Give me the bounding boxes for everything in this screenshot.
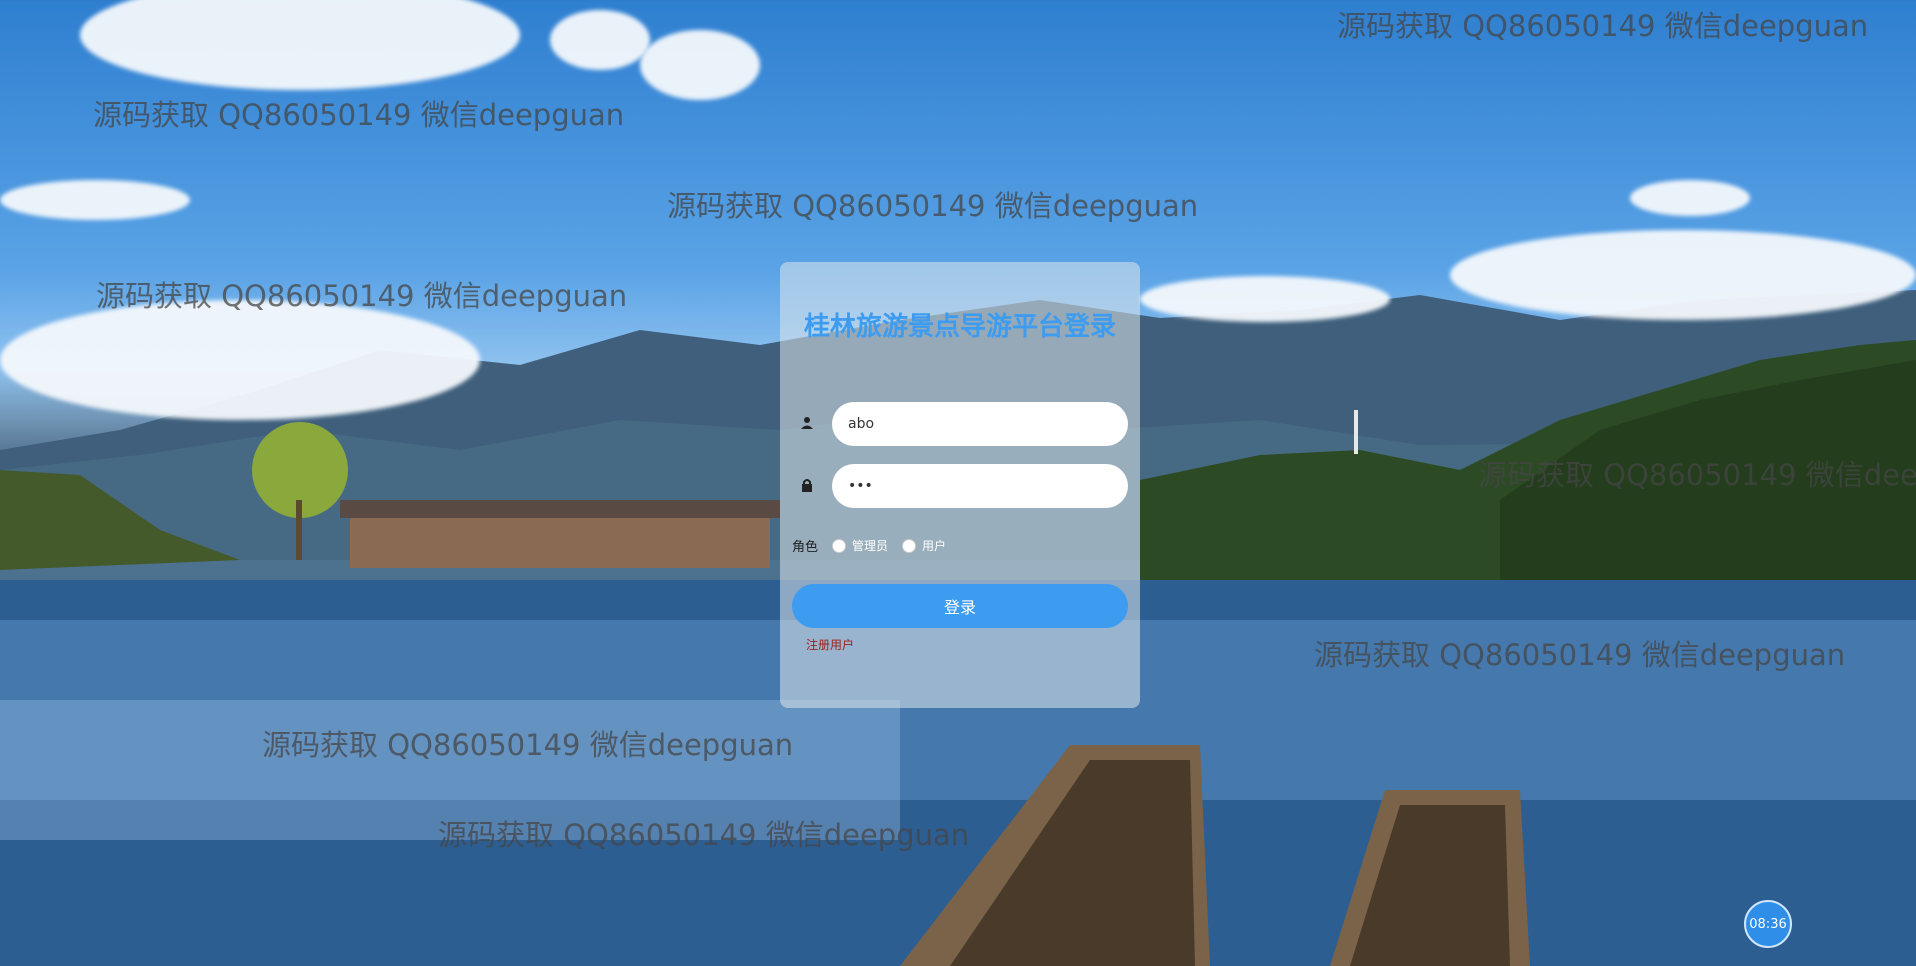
role-selector: 角色 管理员 用户 xyxy=(792,536,946,555)
watermark: 源码获取 QQ86050149 微信deepguan xyxy=(667,189,1199,223)
password-row xyxy=(790,464,1128,508)
role-label: 角色 xyxy=(792,540,819,555)
role-option-label: 管理员 xyxy=(852,539,889,553)
login-panel: 桂林旅游景点导游平台登录 角色 管理员 用户 登录 注册用户 xyxy=(780,262,1140,708)
role-option-label: 用户 xyxy=(922,539,947,553)
username-input[interactable] xyxy=(832,402,1128,446)
role-option-user[interactable]: 用户 xyxy=(902,537,946,554)
watermark: 源码获取 QQ86050149 微信deepguan xyxy=(1337,9,1869,43)
radio-icon xyxy=(832,538,847,553)
watermark: 源码获取 QQ86050149 微信deepguan xyxy=(1478,458,1916,492)
password-input[interactable] xyxy=(832,464,1128,508)
clock-widget[interactable]: 08:36 xyxy=(1744,900,1792,948)
register-link[interactable]: 注册用户 xyxy=(806,636,854,653)
login-button[interactable]: 登录 xyxy=(792,584,1128,628)
watermark: 源码获取 QQ86050149 微信deepguan xyxy=(262,728,794,762)
watermark: 源码获取 QQ86050149 微信deepguan xyxy=(93,98,625,132)
watermark: 源码获取 QQ86050149 微信deepguan xyxy=(438,818,970,852)
user-icon xyxy=(801,417,813,429)
lock-icon xyxy=(802,479,812,492)
role-option-admin[interactable]: 管理员 xyxy=(832,537,888,554)
watermark: 源码获取 QQ86050149 微信deepguan xyxy=(96,279,628,313)
username-row xyxy=(790,402,1128,446)
login-title: 桂林旅游景点导游平台登录 xyxy=(804,312,1117,342)
watermark: 源码获取 QQ86050149 微信deepguan xyxy=(1314,638,1846,672)
radio-icon xyxy=(902,538,917,553)
